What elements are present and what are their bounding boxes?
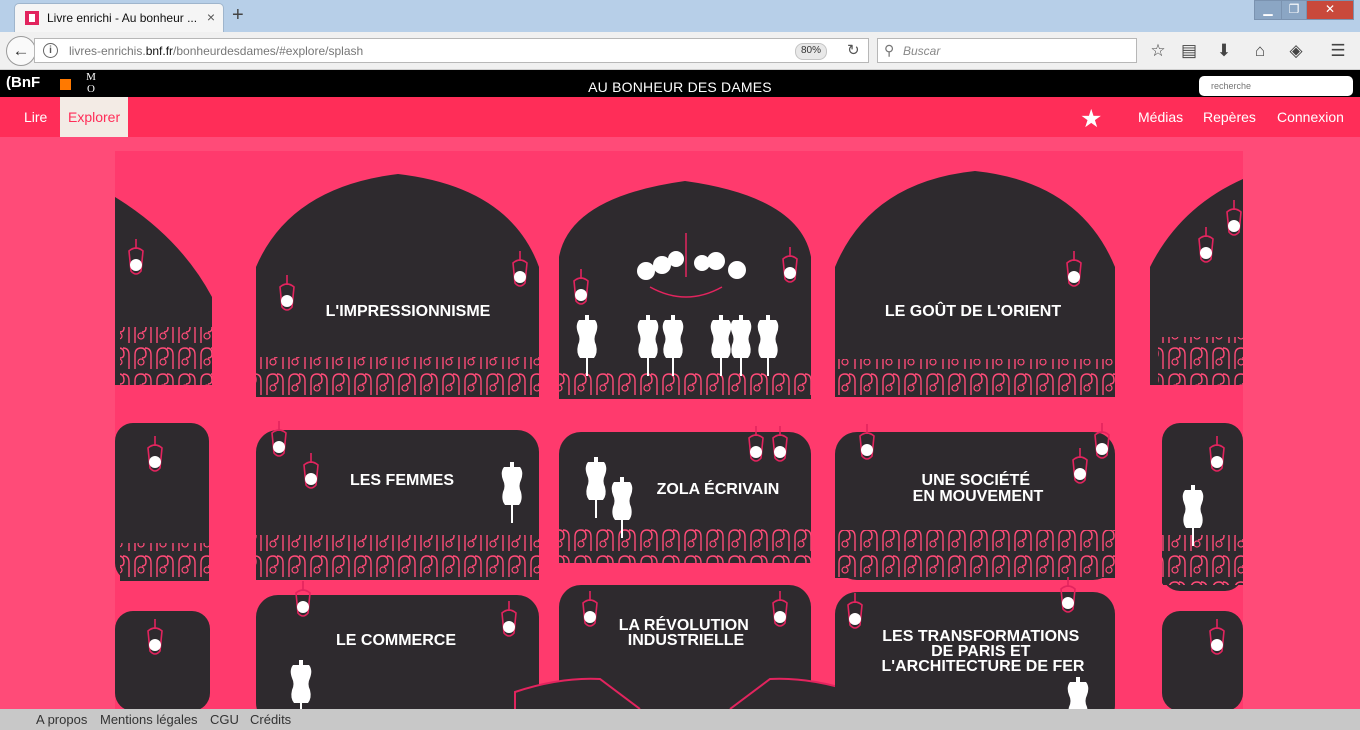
main-nav: Lire Explorer Médias Repères Connexion: [0, 97, 1360, 137]
nav-explorer[interactable]: Explorer: [60, 97, 129, 137]
favorites-star-icon[interactable]: ★: [1080, 104, 1102, 134]
url-text: livres-enrichis.bnf.fr/bonheurdesdames/#…: [69, 44, 363, 58]
theme-impressionnisme[interactable]: L'IMPRESSIONNISME: [326, 303, 491, 320]
theme-transformations-line3: L'ARCHITECTURE DE FER: [882, 658, 1085, 675]
home-icon[interactable]: ⌂: [1249, 41, 1271, 61]
search-icon: ⚲: [884, 42, 895, 58]
theme-revolution[interactable]: LA RÉVOLUTION INDUSTRIELLE: [619, 615, 754, 649]
theme-societe-line1: UNE SOCIÉTÉ: [922, 470, 1031, 489]
theme-societe-line2: EN MOUVEMENT: [913, 488, 1044, 505]
theme-femmes[interactable]: LES FEMMES: [350, 472, 454, 489]
pocket-icon[interactable]: ◈: [1285, 41, 1307, 61]
browser-search-placeholder: Buscar: [903, 44, 941, 58]
menu-icon[interactable]: ☰: [1327, 41, 1349, 61]
reload-icon[interactable]: ↻: [847, 41, 860, 59]
theme-commerce[interactable]: LE COMMERCE: [336, 632, 456, 649]
back-arrow-icon[interactable]: ←: [6, 36, 36, 66]
reading-list-icon[interactable]: ▤: [1178, 41, 1200, 61]
tab-close-icon[interactable]: ×: [207, 9, 215, 25]
address-bar[interactable]: i livres-enrichis.bnf.fr/bonheurdesdames…: [34, 38, 869, 63]
footer-mentions[interactable]: Mentions légales: [100, 712, 198, 727]
theme-societe[interactable]: UNE SOCIÉTÉ EN MOUVEMENT: [913, 470, 1044, 505]
nav-connexion[interactable]: Connexion: [1277, 97, 1344, 137]
nav-medias[interactable]: Médias: [1138, 97, 1183, 137]
browser-toolbar: ← i livres-enrichis.bnf.fr/bonheurdesdam…: [0, 32, 1360, 70]
minimize-icon[interactable]: ▁: [1254, 0, 1282, 20]
explore-splash: L'IMPRESSIONNISME LE GOÛT DE L'ORIENT LE…: [0, 137, 1360, 709]
url-path: /bonheurdesdames/#explore/splash: [173, 44, 364, 58]
download-icon[interactable]: ⬇: [1213, 41, 1235, 61]
nav-lire[interactable]: Lire: [24, 97, 47, 137]
zoom-indicator[interactable]: 80%: [795, 43, 828, 60]
footer-credits[interactable]: Crédits: [250, 712, 291, 727]
maximize-icon[interactable]: ❐: [1281, 0, 1307, 20]
store-illustration: L'IMPRESSIONNISME LE GOÛT DE L'ORIENT LE…: [115, 151, 1243, 709]
info-icon[interactable]: i: [43, 43, 58, 58]
footer-apropos[interactable]: A propos: [36, 712, 87, 727]
nav-reperes[interactable]: Repères: [1203, 97, 1256, 137]
page-title: AU BONHEUR DES DAMES: [588, 79, 772, 95]
browser-tab[interactable]: Livre enrichi - Au bonheur ... ×: [14, 3, 224, 32]
footer-cgu[interactable]: CGU: [210, 712, 239, 727]
url-prefix: livres-enrichis.: [69, 44, 146, 58]
browser-search-input[interactable]: ⚲ Buscar: [877, 38, 1137, 63]
bookmark-star-icon[interactable]: ☆: [1147, 41, 1169, 61]
theme-revolution-line2: INDUSTRIELLE: [628, 632, 745, 649]
new-tab-icon[interactable]: +: [232, 4, 244, 27]
window-close-icon[interactable]: ✕: [1306, 0, 1354, 20]
footer: A propos Mentions légales CGU Crédits: [0, 709, 1360, 730]
theme-gout-orient[interactable]: LE GOÛT DE L'ORIENT: [885, 301, 1061, 320]
url-domain: bnf.fr: [145, 44, 174, 58]
site-search-input[interactable]: [1199, 76, 1353, 96]
theme-zola[interactable]: ZOLA ÉCRIVAIN: [657, 479, 780, 498]
browser-tab-bar: Livre enrichi - Au bonheur ... × + ▁ ❐ ✕: [0, 0, 1360, 32]
tab-title: Livre enrichi - Au bonheur ...: [47, 11, 198, 25]
favicon-icon: [25, 11, 39, 25]
